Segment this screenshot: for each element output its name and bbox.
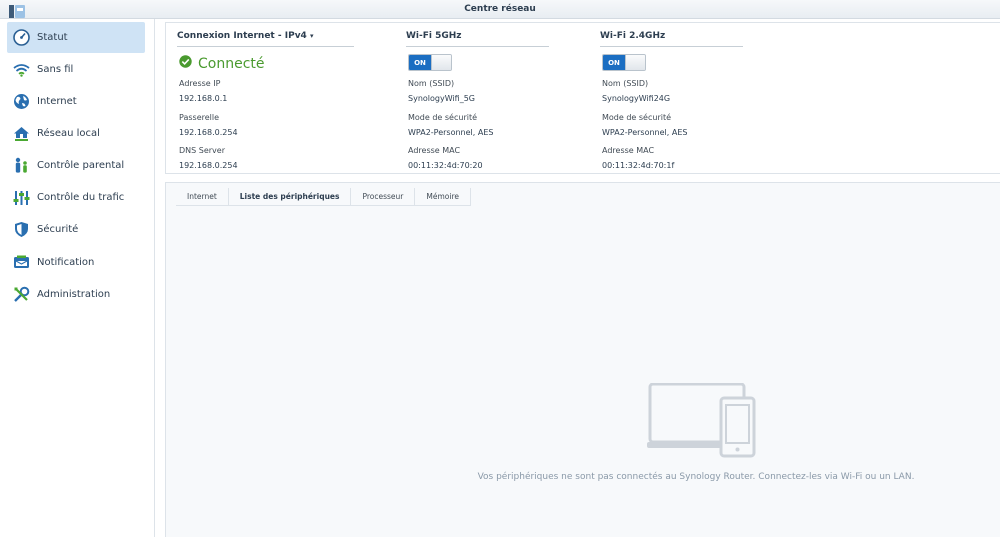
globe-icon <box>12 93 30 111</box>
connection-status: Connecté <box>179 55 265 72</box>
details-panel: Internet Liste des périphériques Process… <box>165 182 1000 537</box>
sidebar-item-sans-fil[interactable]: Sans fil <box>7 54 145 85</box>
mac-label: Adresse MAC <box>408 146 461 155</box>
sidebar-item-statut[interactable]: Statut <box>7 22 145 53</box>
check-circle-icon <box>179 55 192 72</box>
sidebar-item-notification[interactable]: Notification <box>7 247 145 278</box>
tools-icon <box>12 286 30 304</box>
security-label: Mode de sécurité <box>602 113 672 122</box>
sidebar-item-securite[interactable]: Sécurité <box>7 214 145 245</box>
wifi-24ghz-toggle[interactable]: ON <box>602 54 646 71</box>
sidebar-item-label: Administration <box>37 289 111 300</box>
wifi-5ghz-title: Wi-Fi 5GHz <box>406 31 462 41</box>
message-icon <box>12 254 30 272</box>
details-tabs: Internet Liste des périphériques Process… <box>176 188 471 206</box>
sidebar-item-label: Internet <box>37 96 77 107</box>
toggle-on-label: ON <box>603 55 625 70</box>
house-network-icon <box>12 125 30 143</box>
tab-internet[interactable]: Internet <box>176 188 229 206</box>
mac-value: 00:11:32:4d:70:1f <box>602 161 675 170</box>
sidebar-item-administration[interactable]: Administration <box>7 279 145 310</box>
family-icon <box>12 157 30 175</box>
ip-value: 192.168.0.1 <box>179 94 228 103</box>
sidebar-item-label: Statut <box>37 32 68 43</box>
column-divider <box>177 46 354 47</box>
window-titlebar: Centre réseau <box>0 0 1000 19</box>
dns-value: 192.168.0.254 <box>179 161 238 170</box>
sidebar-item-controle-trafic[interactable]: Contrôle du trafic <box>7 182 145 213</box>
internet-title-label: Connexion Internet <box>177 31 275 41</box>
mac-value: 00:11:32:4d:70:20 <box>408 161 483 170</box>
status-panel: Connexion Internet - IPv4 ▾ Connecté Adr… <box>165 22 1000 174</box>
empty-state-message: Vos périphériques ne sont pas connectés … <box>477 472 915 482</box>
toggle-knob <box>625 55 645 70</box>
shield-icon <box>12 221 30 239</box>
mac-label: Adresse MAC <box>602 146 655 155</box>
ssid-value: SynologyWifi_5G <box>408 94 475 103</box>
internet-connection-title[interactable]: Connexion Internet - IPv4 ▾ <box>177 31 313 41</box>
sidebar-item-internet[interactable]: Internet <box>7 86 145 117</box>
window-title: Centre réseau <box>464 4 536 14</box>
gateway-value: 192.168.0.254 <box>179 128 238 137</box>
security-label: Mode de sécurité <box>408 113 478 122</box>
sidebar-item-label: Sans fil <box>37 64 74 75</box>
sidebar-item-label: Contrôle du trafic <box>37 192 125 203</box>
ssid-value: SynologyWifi24G <box>602 94 671 103</box>
tab-processor[interactable]: Processeur <box>351 188 416 206</box>
ssid-label: Nom (SSID) <box>602 79 649 88</box>
protocol-selector[interactable]: IPv4 <box>285 31 307 41</box>
ssid-label: Nom (SSID) <box>408 79 455 88</box>
ip-label: Adresse IP <box>179 79 221 88</box>
column-divider <box>600 46 743 47</box>
sidebar-item-controle-parental[interactable]: Contrôle parental <box>7 150 145 181</box>
gateway-label: Passerelle <box>179 113 220 122</box>
main-content: Connexion Internet - IPv4 ▾ Connecté Adr… <box>165 19 1000 537</box>
tab-memory[interactable]: Mémoire <box>415 188 471 206</box>
caret-down-icon: ▾ <box>309 32 314 40</box>
wifi-icon <box>12 61 30 79</box>
sidebar-item-label: Réseau local <box>37 128 100 139</box>
sidebar: Statut Sans fil Internet Réseau local Co… <box>0 19 155 537</box>
security-value: WPA2-Personnel, AES <box>408 128 494 137</box>
sidebar-item-label: Notification <box>37 257 95 268</box>
dns-label: DNS Server <box>179 146 225 155</box>
toggle-knob <box>431 55 451 70</box>
toggle-on-label: ON <box>409 55 431 70</box>
security-value: WPA2-Personnel, AES <box>602 128 688 137</box>
wifi-5ghz-toggle[interactable]: ON <box>408 54 452 71</box>
sidebar-item-reseau-local[interactable]: Réseau local <box>7 118 145 149</box>
connection-status-text: Connecté <box>198 55 265 72</box>
devices-illustration-icon <box>647 382 757 459</box>
sidebar-item-label: Contrôle parental <box>37 160 125 171</box>
tab-device-list[interactable]: Liste des périphériques <box>229 188 352 206</box>
wifi-24ghz-title: Wi-Fi 2.4GHz <box>600 31 666 41</box>
column-divider <box>406 46 549 47</box>
sliders-icon <box>12 189 30 207</box>
gauge-icon <box>12 29 30 47</box>
sidebar-item-label: Sécurité <box>37 224 79 235</box>
